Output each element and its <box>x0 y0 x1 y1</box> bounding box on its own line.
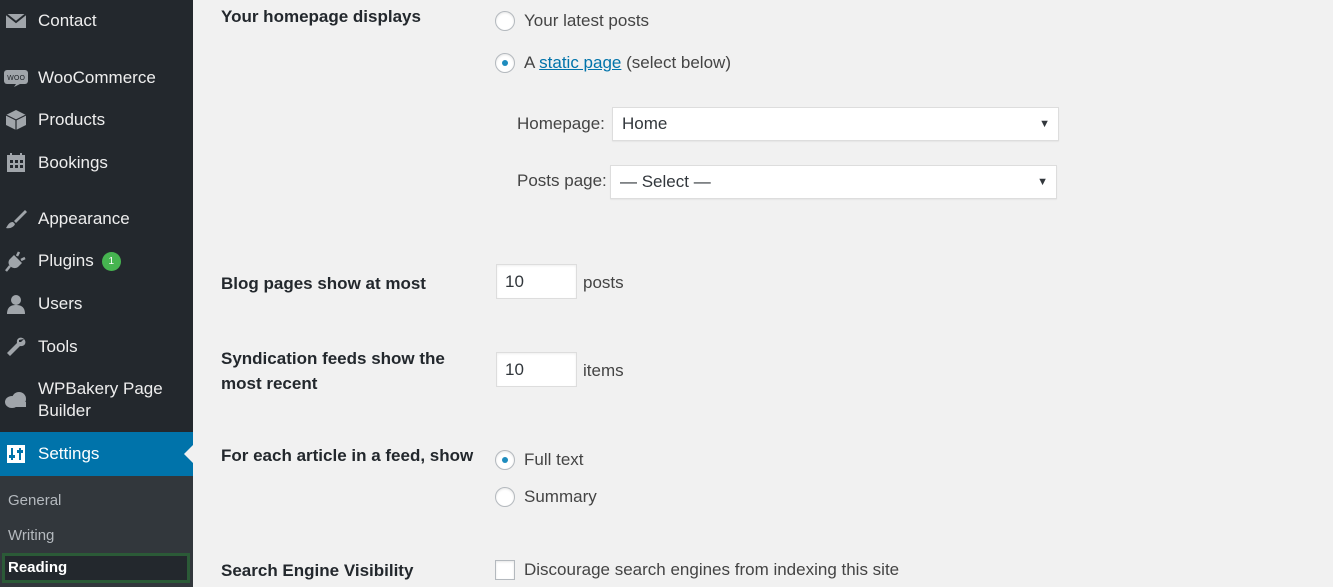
menu-item-plugins[interactable]: Plugins 1 <box>0 241 193 281</box>
blog-pages-label: Blog pages show at most <box>221 274 426 293</box>
menu-item-wpbakery[interactable]: WPBakery Page Builder <box>0 375 193 425</box>
box-icon <box>4 108 28 132</box>
menu-label: Contact <box>38 11 97 30</box>
svg-text:WOO: WOO <box>7 74 25 82</box>
full-text-label: Full text <box>524 450 584 469</box>
menu-label: Products <box>38 110 106 129</box>
menu-item-settings[interactable]: Settings <box>0 432 193 476</box>
paintbrush-icon <box>4 207 28 231</box>
feed-article-label: For each article in a feed, show <box>221 446 474 465</box>
plugins-label: Plugins <box>38 251 94 270</box>
woocommerce-icon: WOO <box>4 66 28 90</box>
static-page-option: A static page (select below) <box>524 52 731 74</box>
posts-page-select[interactable]: — Select — ▼ <box>610 165 1057 199</box>
posts-page-select-label: Posts page: <box>517 171 607 190</box>
homepage-selected-value: Home <box>622 114 668 133</box>
syndication-label-line2: most recent <box>221 374 318 393</box>
menu-label: Appearance <box>38 209 130 228</box>
posts-page-selected-value: — Select — <box>620 172 711 191</box>
homepage-select[interactable]: Home ▼ <box>612 107 1059 141</box>
menu-item-contact[interactable]: Contact <box>0 1 193 41</box>
submenu-item-general[interactable]: General <box>0 486 193 516</box>
settings-submenu: General Writing Reading <box>0 476 193 587</box>
menu-label: Users <box>38 294 83 313</box>
static-page-link[interactable]: static page <box>539 53 621 72</box>
latest-posts-label: Your latest posts <box>524 11 650 30</box>
discourage-search-label: Discourage search engines from indexing … <box>524 560 900 579</box>
homepage-displays-label: Your homepage displays <box>221 7 421 26</box>
menu-label: WPBakery Page Builder <box>38 379 163 420</box>
static-page-suffix: (select below) <box>626 53 731 72</box>
cloud-icon <box>4 388 28 412</box>
user-icon <box>4 292 28 316</box>
envelope-icon <box>4 9 28 33</box>
summary-label: Summary <box>524 487 597 506</box>
menu-item-products[interactable]: Products <box>0 100 193 140</box>
items-unit-label: items <box>583 361 624 380</box>
discourage-search-checkbox[interactable] <box>495 560 515 580</box>
menu-item-users[interactable]: Users <box>0 284 193 324</box>
static-page-radio[interactable] <box>495 53 515 73</box>
menu-label: Tools <box>38 337 78 356</box>
menu-label: Bookings <box>38 153 108 172</box>
dropdown-arrow-icon: ▼ <box>1037 176 1048 188</box>
admin-sidebar: Contact WOO WooCommerce Products Booking… <box>0 0 193 587</box>
submenu-item-reading[interactable]: Reading <box>2 553 190 583</box>
full-text-radio[interactable] <box>495 450 515 470</box>
search-visibility-label: Search Engine Visibility <box>221 561 414 580</box>
posts-unit-label: posts <box>583 273 624 292</box>
menu-item-tools[interactable]: Tools <box>0 327 193 367</box>
submenu-item-writing[interactable]: Writing <box>0 521 193 551</box>
menu-label: Settings <box>38 444 100 463</box>
update-count-badge: 1 <box>101 252 121 271</box>
latest-posts-radio[interactable] <box>495 11 515 31</box>
syndication-label-line1: Syndication feeds show the <box>221 349 445 368</box>
summary-radio[interactable] <box>495 487 515 507</box>
menu-item-appearance[interactable]: Appearance <box>0 199 193 239</box>
settings-icon <box>4 442 28 466</box>
static-page-prefix: A <box>524 53 535 72</box>
homepage-select-label: Homepage: <box>517 114 605 133</box>
menu-item-bookings[interactable]: Bookings <box>0 143 193 183</box>
feed-items-input[interactable]: 10 <box>496 352 577 387</box>
menu-label: Plugins 1 <box>38 250 121 272</box>
calendar-icon <box>4 151 28 175</box>
wrench-icon <box>4 335 28 359</box>
posts-per-page-input[interactable]: 10 <box>496 264 577 299</box>
plugin-icon <box>4 249 28 273</box>
dropdown-arrow-icon: ▼ <box>1039 118 1050 130</box>
current-menu-arrow <box>184 445 193 463</box>
menu-item-woocommerce[interactable]: WOO WooCommerce <box>0 58 193 98</box>
menu-label: WooCommerce <box>38 68 156 87</box>
